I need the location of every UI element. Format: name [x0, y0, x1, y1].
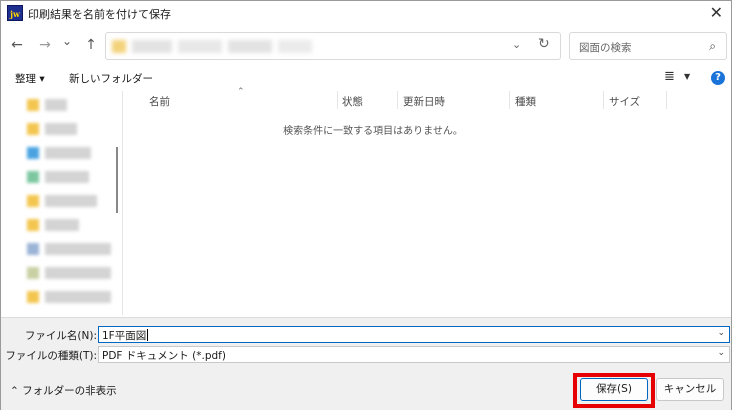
- close-icon[interactable]: ✕: [710, 3, 723, 22]
- command-bar: 整理 ▾ 新しいフォルダー ≣ ▼ ?: [1, 68, 731, 90]
- empty-results-message: 検索条件に一致する項目はありません。: [283, 126, 463, 137]
- column-separator[interactable]: [337, 91, 338, 109]
- filename-value[interactable]: 1F平面図: [102, 328, 146, 343]
- nav-pane-scrollbar[interactable]: [116, 147, 118, 213]
- nav-pane-item[interactable]: [27, 267, 117, 281]
- save-dialog: jw 印刷結果を名前を付けて保存 ✕ ← → ⌄ ↑ ⌄ ↻ 図面の検索 ⌕ 整…: [0, 0, 732, 410]
- address-path-blurred: [112, 40, 312, 53]
- address-dropdown-icon[interactable]: ⌄: [512, 38, 521, 51]
- column-separator[interactable]: [509, 91, 510, 109]
- dialog-footer: ⌃ フォルダーの非表示 保存(S) キャンセル: [1, 366, 731, 410]
- filetype-label: ファイルの種類(T):: [5, 350, 97, 362]
- column-header-type[interactable]: 種類: [515, 94, 536, 109]
- nav-pane-item[interactable]: [27, 291, 117, 305]
- nav-pane-item[interactable]: [27, 99, 117, 113]
- view-dropdown-icon[interactable]: ▼: [684, 72, 690, 81]
- cancel-button[interactable]: キャンセル: [656, 378, 724, 401]
- text-caret: [147, 329, 148, 341]
- title-bar: jw 印刷結果を名前を付けて保存 ✕: [1, 1, 731, 27]
- nav-pane-item[interactable]: [27, 147, 117, 161]
- sort-ascending-icon: ⌃: [237, 87, 245, 97]
- filename-label: ファイル名(N):: [24, 330, 97, 342]
- save-button[interactable]: 保存(S): [580, 378, 648, 401]
- dialog-title: 印刷結果を名前を付けて保存: [28, 8, 171, 21]
- column-separator[interactable]: [666, 91, 667, 109]
- column-header-size[interactable]: サイズ: [609, 94, 640, 109]
- help-icon[interactable]: ?: [711, 71, 725, 85]
- view-options-icon[interactable]: ≣: [664, 69, 675, 84]
- new-folder-button[interactable]: 新しいフォルダー: [69, 71, 153, 86]
- search-icon[interactable]: ⌕: [709, 39, 716, 54]
- column-header-status[interactable]: 状態: [342, 94, 363, 109]
- address-bar[interactable]: ⌄ ↻: [105, 32, 561, 60]
- forward-arrow-icon[interactable]: →: [35, 35, 55, 55]
- up-arrow-icon[interactable]: ↑: [81, 35, 101, 55]
- column-separator[interactable]: [397, 91, 398, 109]
- navigation-bar: ← → ⌄ ↑ ⌄ ↻ 図面の検索 ⌕: [1, 31, 731, 63]
- navigation-pane[interactable]: [3, 91, 121, 317]
- refresh-icon[interactable]: ↻: [538, 36, 550, 52]
- nav-pane-item[interactable]: [27, 171, 117, 185]
- filetype-dropdown-icon[interactable]: ⌄: [717, 348, 725, 358]
- nav-pane-item[interactable]: [27, 219, 117, 233]
- nav-pane-item[interactable]: [27, 243, 117, 257]
- recent-locations-chevron-icon[interactable]: ⌄: [57, 31, 77, 51]
- back-arrow-icon[interactable]: ←: [7, 35, 27, 55]
- column-separator[interactable]: [603, 91, 604, 109]
- search-input[interactable]: 図面の検索: [579, 40, 632, 55]
- filename-dropdown-icon[interactable]: ⌄: [717, 328, 725, 338]
- hide-folders-toggle[interactable]: ⌃ フォルダーの非表示: [10, 383, 117, 398]
- search-box[interactable]: 図面の検索 ⌕: [569, 32, 727, 60]
- nav-pane-item[interactable]: [27, 123, 117, 137]
- jw-app-icon: jw: [7, 5, 23, 21]
- column-header-name[interactable]: 名前: [149, 94, 170, 109]
- nav-pane-item[interactable]: [27, 195, 117, 209]
- filename-field[interactable]: 1F平面図 ⌄: [98, 326, 730, 343]
- column-header-modified[interactable]: 更新日時: [403, 94, 445, 109]
- filetype-select[interactable]: PDF ドキュメント (*.pdf) ⌄: [98, 346, 730, 363]
- save-form: ファイル名(N): 1F平面図 ⌄ ファイルの種類(T): PDF ドキュメント…: [1, 318, 731, 366]
- filetype-value[interactable]: PDF ドキュメント (*.pdf): [102, 348, 226, 363]
- file-list[interactable]: ⌃ 名前 状態 更新日時 種類 サイズ 検索条件に一致する項目はありません。: [123, 87, 729, 317]
- organize-menu[interactable]: 整理 ▾: [15, 71, 45, 86]
